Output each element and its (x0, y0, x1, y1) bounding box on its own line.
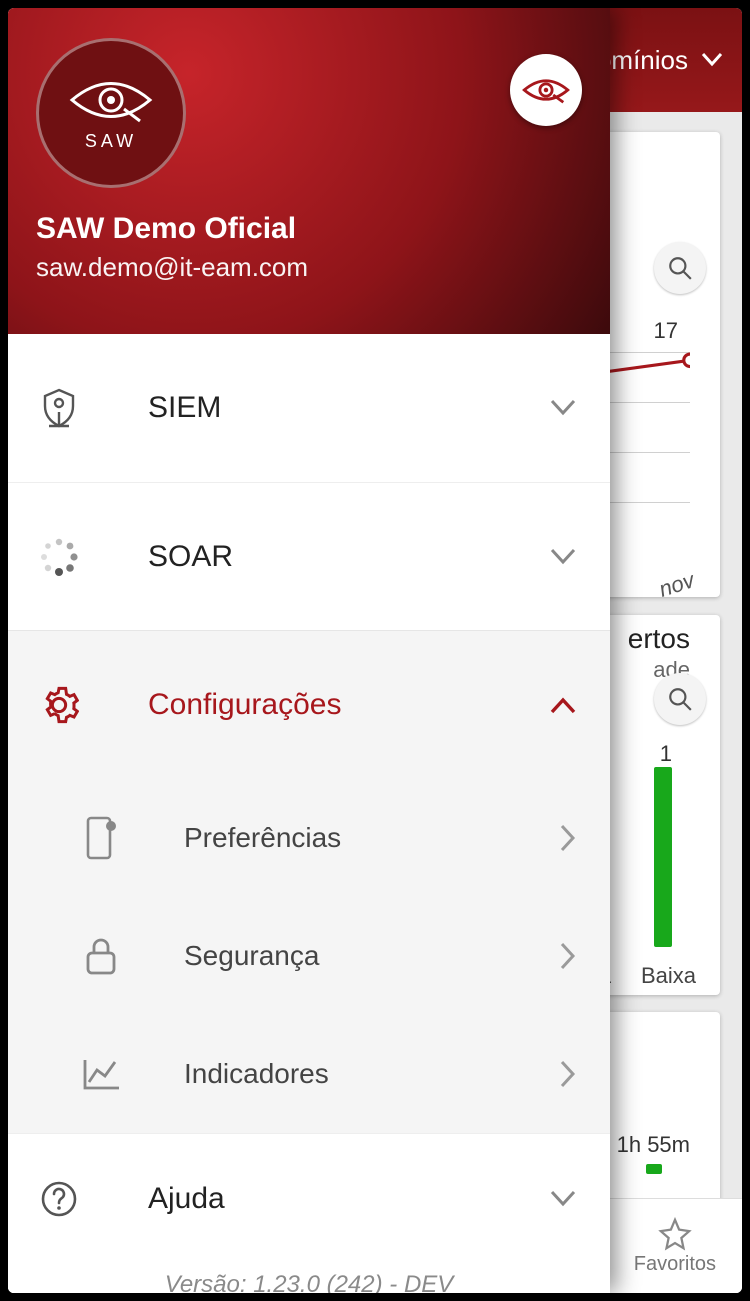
chevron-right-icon (560, 1060, 576, 1088)
submenu-item-indicators[interactable]: Indicadores (8, 1015, 610, 1133)
submenu-item-preferences[interactable]: Preferências (8, 779, 610, 897)
chevron-up-icon (550, 696, 576, 714)
avatar-label: SAW (85, 131, 137, 152)
card2-bar-low (654, 767, 672, 947)
card2-title: ertos (628, 623, 690, 655)
loading-dots-icon (36, 537, 82, 577)
menu-item-label: Configurações (82, 688, 550, 722)
card2-ax-baixa: Baixa (641, 963, 696, 989)
card3-duration: 1h 55m (617, 1132, 690, 1158)
phone-settings-icon (78, 816, 124, 860)
card1-datapoint-label: 17 (654, 318, 678, 344)
chevron-down-icon[interactable] (702, 53, 722, 67)
star-icon (658, 1217, 692, 1251)
menu-item-label: SIEM (82, 391, 550, 425)
card1-xtick-label: nov (655, 567, 697, 603)
chevron-down-icon (550, 1190, 576, 1208)
menu-item-label: Ajuda (82, 1182, 550, 1216)
lock-icon (78, 935, 124, 977)
card3-bar (646, 1164, 662, 1174)
submenu-item-label: Segurança (124, 940, 560, 972)
chevron-down-icon (550, 548, 576, 566)
eye-icon (522, 75, 570, 105)
menu-item-label: SOAR (82, 540, 550, 574)
account-email: saw.demo@it-eam.com (36, 252, 582, 283)
drawer-menu: SIEM (8, 334, 610, 1293)
menu-item-help[interactable]: Ajuda (8, 1133, 610, 1263)
chevron-right-icon (560, 942, 576, 970)
help-icon (36, 1180, 82, 1218)
nav-favorites-label: Favoritos (634, 1253, 716, 1276)
menu-item-config[interactable]: Configurações (8, 631, 610, 779)
card2-bar-value: 1 (660, 741, 672, 767)
navigation-drawer: SAW SAW Demo Oficial saw.demo@it-eam.com (8, 8, 610, 1293)
nav-favorites[interactable]: Favoritos (634, 1217, 716, 1276)
card1-search-button[interactable] (654, 242, 706, 294)
account-avatar[interactable]: SAW (36, 38, 186, 188)
gear-icon (36, 685, 82, 725)
account-name: SAW Demo Oficial (36, 212, 582, 246)
submenu-item-security[interactable]: Segurança (8, 897, 610, 1015)
chevron-right-icon (560, 824, 576, 852)
menu-item-siem[interactable]: SIEM (8, 334, 610, 482)
domains-dropdown-label[interactable]: omínios (597, 45, 688, 76)
menu-item-soar[interactable]: SOAR (8, 482, 610, 630)
chart-icon (78, 1056, 124, 1092)
eye-icon (68, 75, 154, 125)
switch-account-button[interactable] (510, 54, 582, 126)
shield-icon (36, 388, 82, 428)
drawer-header: SAW SAW Demo Oficial saw.demo@it-eam.com (8, 8, 610, 334)
submenu-item-label: Preferências (124, 822, 560, 854)
version-label: Versão: 1.23.0 (242) - DEV (8, 1263, 610, 1293)
menu-section-config: Configurações Preferências (8, 630, 610, 1133)
submenu-item-label: Indicadores (124, 1058, 560, 1090)
chevron-down-icon (550, 399, 576, 417)
card2-search-button[interactable] (654, 673, 706, 725)
